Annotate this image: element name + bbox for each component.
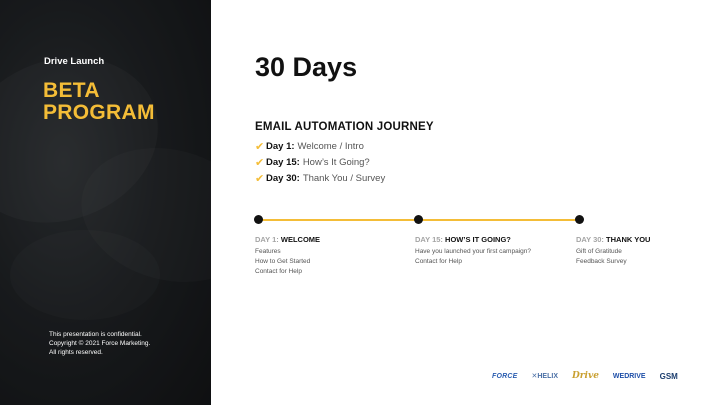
sidebar-title-line: PROGRAM: [43, 101, 155, 124]
timeline-step-line: Have you launched your first campaign?: [415, 248, 531, 255]
timeline-day-label: DAY 30:: [576, 235, 604, 244]
checklist-day: Day 1:: [266, 141, 295, 152]
confidential-line: This presentation is confidential.: [49, 331, 142, 338]
timeline-step-heading: DAY 1: WELCOME: [255, 235, 320, 244]
sidebar-title: BETA PROGRAM: [43, 80, 155, 124]
timeline-step-day-30: DAY 30: THANK YOU Gift of Gratitude Feed…: [576, 235, 650, 267]
timeline-step-title: WELCOME: [280, 235, 321, 244]
timeline-step-line: Gift of Gratitude: [576, 248, 622, 255]
gsm-logo: GSM: [659, 371, 678, 381]
timeline-day-label: DAY 1:: [255, 235, 279, 244]
force-logo: FORCE: [492, 372, 518, 380]
timeline-step-line: Contact for Help: [255, 268, 302, 275]
sidebar-panel: Drive Launch BETA PROGRAM This presentat…: [0, 0, 211, 405]
checklist-text: How’s It Going?: [302, 157, 370, 168]
checklist-day: Day 15:: [266, 157, 300, 168]
checkmark-icon: ✔: [255, 141, 265, 153]
drive-logo: Drive: [572, 371, 599, 381]
timeline-dot: [254, 215, 263, 224]
checklist-item: ✔ Day 30: Thank You / Survey: [255, 171, 385, 187]
rights-line: All rights reserved.: [49, 349, 103, 356]
checklist-text: Welcome / Intro: [297, 141, 364, 152]
helix-logo-text: HELIX: [537, 372, 558, 380]
timeline-step-line: Contact for Help: [415, 258, 462, 265]
page-title: 30 Days: [255, 52, 358, 82]
timeline-dot: [575, 215, 584, 224]
helix-logo: ✕ HELIX: [532, 372, 559, 381]
timeline-step-day-15: DAY 15: HOW’S IT GOING? Have you launche…: [415, 235, 531, 267]
timeline-step-line: Feedback Survey: [576, 258, 627, 265]
checklist-day: Day 30:: [266, 173, 300, 184]
sidebar-subtitle: Drive Launch: [44, 56, 105, 67]
sidebar-title-line: BETA: [43, 79, 100, 102]
timeline-step-heading: DAY 30: THANK YOU: [576, 235, 650, 244]
timeline-day-label: DAY 15:: [415, 235, 443, 244]
journey-checklist: ✔ Day 1: Welcome / Intro ✔ Day 15: How’s…: [255, 139, 385, 187]
timeline-step-title: THANK YOU: [606, 235, 651, 244]
section-heading: EMAIL AUTOMATION JOURNEY: [255, 121, 434, 133]
timeline-step-day-1: DAY 1: WELCOME Features How to Get Start…: [255, 235, 320, 277]
checkmark-icon: ✔: [255, 173, 265, 185]
timeline-step-heading: DAY 15: HOW’S IT GOING?: [415, 235, 531, 244]
wedrive-logo: WEDRIVE: [612, 372, 646, 380]
timeline-dot: [414, 215, 423, 224]
timeline-step-line: Features: [255, 248, 281, 255]
partner-logos: FORCE ✕ HELIX Drive WEDRIVE GSM: [492, 368, 678, 384]
checklist-item: ✔ Day 1: Welcome / Intro: [255, 139, 385, 155]
checkmark-icon: ✔: [255, 157, 265, 169]
timeline-step-line: How to Get Started: [255, 258, 311, 265]
copyright-line: Copyright © 2021 Force Marketing.: [49, 340, 151, 347]
confidential-notice: This presentation is confidential. Copyr…: [49, 330, 150, 357]
checklist-text: Thank You / Survey: [302, 173, 386, 184]
checklist-item: ✔ Day 15: How’s It Going?: [255, 155, 385, 171]
timeline-step-title: HOW’S IT GOING?: [445, 235, 511, 244]
